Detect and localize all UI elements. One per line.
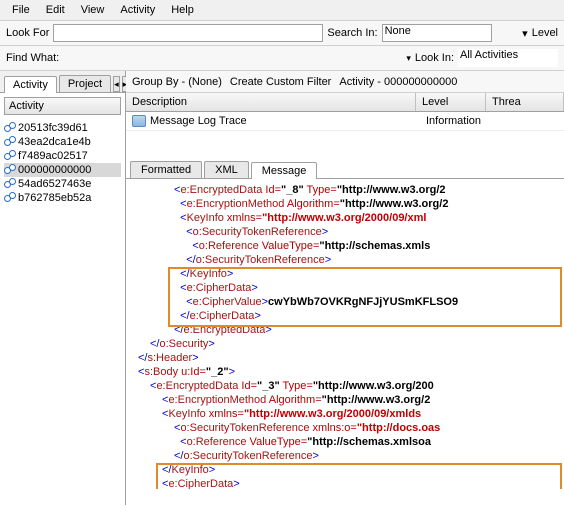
activity-item[interactable]: 20513fc39d61 [4, 121, 121, 135]
row-level: Information [426, 115, 496, 127]
tab-activity[interactable]: Activity [4, 76, 57, 93]
lookfor-label: Look For [6, 27, 49, 39]
activity-icon [4, 192, 16, 204]
col-thread[interactable]: Threa [486, 93, 564, 111]
detail-tabstrip: Formatted XML Message [126, 161, 564, 179]
customfilter-button[interactable]: Create Custom Filter [230, 76, 331, 88]
command-bar: Group By - (None) Create Custom Filter A… [126, 71, 564, 93]
sidebar: Activity 20513fc39d61 43ea2dca1e4b f7489… [0, 93, 126, 505]
left-tabstrip: Activity Project ◂ ▸ [0, 71, 126, 93]
row-description: Message Log Trace [150, 115, 422, 127]
menu-activity[interactable]: Activity [112, 2, 163, 18]
activity-icon [4, 122, 16, 134]
grid-header: Description Level Threa [126, 93, 564, 112]
col-level[interactable]: Level [416, 93, 486, 111]
findwhat-label: Find What: [6, 52, 59, 64]
activity-icon [4, 136, 16, 148]
menu-edit[interactable]: Edit [38, 2, 73, 18]
message-icon [132, 115, 146, 127]
menu-view[interactable]: View [73, 2, 113, 18]
activity-item[interactable]: 54ad6527463e [4, 177, 121, 191]
menu-help[interactable]: Help [163, 2, 202, 18]
searchin-label: Search In: [327, 27, 377, 39]
tab-xml[interactable]: XML [204, 161, 249, 178]
activity-label: Activity - 000000000000 [339, 76, 457, 88]
main-area: Activity 20513fc39d61 43ea2dca1e4b f7489… [0, 93, 564, 505]
activity-item-selected[interactable]: 000000000000 [4, 163, 121, 177]
col-description[interactable]: Description [126, 93, 416, 111]
content-pane: Description Level Threa Message Log Trac… [126, 93, 564, 505]
tab-message[interactable]: Message [251, 162, 318, 179]
table-row[interactable]: Message Log Trace Information [126, 112, 564, 131]
activity-item[interactable]: 43ea2dca1e4b [4, 135, 121, 149]
groupby-button[interactable]: Group By - (None) [132, 76, 222, 88]
tab-formatted[interactable]: Formatted [130, 161, 202, 178]
activity-icon [4, 150, 16, 162]
lookfor-input[interactable] [53, 24, 323, 42]
searchin-select[interactable]: None [382, 24, 492, 42]
xml-content[interactable]: <e:EncryptedData Id="_8" Type="http://ww… [126, 179, 564, 489]
activity-icon [4, 178, 16, 190]
activity-list: 20513fc39d61 43ea2dca1e4b f7489ac02517 0… [0, 119, 125, 207]
sidebar-header: Activity [4, 97, 121, 115]
menubar: File Edit View Activity Help [0, 0, 564, 21]
lookin-label: Look In: [415, 52, 454, 64]
level-label: Level [532, 27, 558, 39]
tab-project[interactable]: Project [59, 75, 111, 92]
lookfor-toolbar: Look For Search In: None ▾ Level [0, 21, 564, 46]
activity-item[interactable]: b762785eb52a [4, 191, 121, 205]
findwhat-toolbar: Find What: ▾ Look In: All Activities [0, 46, 564, 71]
activity-icon [4, 164, 16, 176]
tab-nav-prev[interactable]: ◂ [113, 76, 120, 92]
lookin-value[interactable]: All Activities [458, 49, 558, 67]
menu-file[interactable]: File [4, 2, 38, 18]
activity-item[interactable]: f7489ac02517 [4, 149, 121, 163]
